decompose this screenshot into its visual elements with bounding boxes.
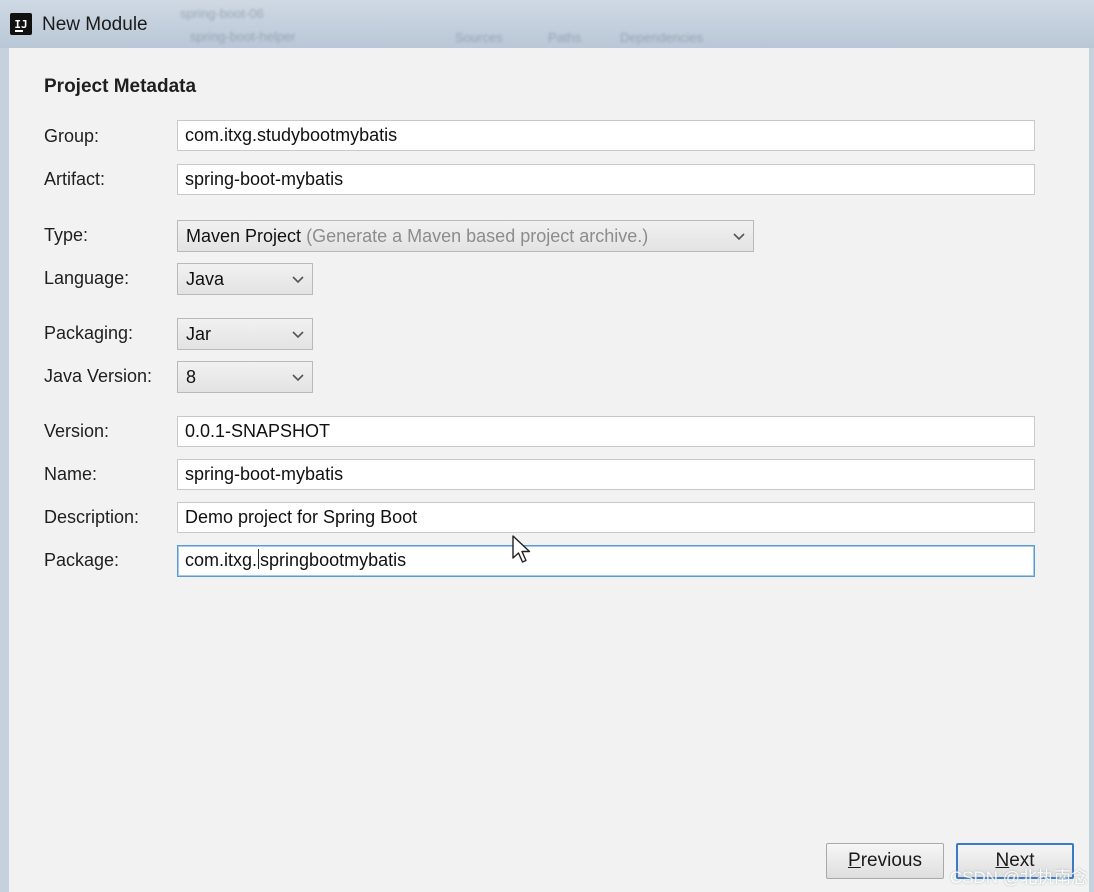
chevron-down-icon bbox=[292, 374, 304, 382]
chevron-down-icon bbox=[292, 331, 304, 339]
background-text: spring-boot-helper bbox=[190, 29, 296, 44]
language-select[interactable]: Java bbox=[177, 263, 313, 295]
packaging-select-value: Jar bbox=[186, 324, 212, 344]
version-input[interactable]: 0.0.1-SNAPSHOT bbox=[177, 416, 1035, 447]
background-text: spring-boot-06 bbox=[180, 6, 264, 21]
background-text: Paths bbox=[548, 30, 582, 45]
type-label: Type: bbox=[44, 225, 89, 245]
previous-button[interactable]: Previous bbox=[826, 843, 944, 879]
packaging-label: Packaging: bbox=[44, 323, 134, 343]
name-input[interactable]: spring-boot-mybatis bbox=[177, 459, 1035, 490]
previous-button-mnemonic: P bbox=[848, 850, 861, 871]
artifact-label: Artifact: bbox=[44, 169, 106, 189]
description-input[interactable]: Demo project for Spring Boot bbox=[177, 502, 1035, 533]
java-version-select-value: 8 bbox=[186, 367, 197, 387]
window-titlebar: IJ New Module spring-boot-06 spring-boot… bbox=[0, 0, 1094, 48]
type-select-value: Maven Project bbox=[186, 226, 302, 246]
chevron-down-icon bbox=[733, 233, 745, 241]
watermark: CSDN @北执南念 bbox=[949, 868, 1088, 887]
package-input-text-after-caret: springbootmybatis bbox=[260, 550, 407, 570]
chevron-down-icon bbox=[292, 276, 304, 284]
group-label: Group: bbox=[44, 126, 100, 146]
version-label: Version: bbox=[44, 421, 110, 441]
name-label: Name: bbox=[44, 464, 98, 484]
background-text: Dependencies bbox=[620, 30, 704, 45]
window-title: New Module bbox=[42, 14, 148, 35]
language-select-value: Java bbox=[186, 269, 225, 289]
java-version-select[interactable]: 8 bbox=[177, 361, 313, 393]
mouse-pointer-icon bbox=[512, 535, 531, 563]
type-select[interactable]: Maven Project (Generate a Maven based pr… bbox=[177, 220, 754, 252]
packaging-select[interactable]: Jar bbox=[177, 318, 313, 350]
background-window-blur: spring-boot-06 spring-boot-helper Source… bbox=[170, 2, 760, 46]
text-caret bbox=[258, 549, 260, 569]
intellij-idea-icon: IJ bbox=[10, 13, 32, 35]
dialog-content: Project Metadata Group: com.itxg.studybo… bbox=[9, 48, 1089, 892]
background-text: Sources bbox=[455, 30, 503, 45]
window-frame-left bbox=[0, 48, 9, 892]
java-version-label: Java Version: bbox=[44, 366, 153, 386]
group-input[interactable]: com.itxg.studybootmybatis bbox=[177, 120, 1035, 151]
language-label: Language: bbox=[44, 268, 130, 288]
window-frame-right bbox=[1089, 48, 1094, 892]
package-input-text-before-caret: com.itxg. bbox=[185, 550, 258, 570]
section-title: Project Metadata bbox=[44, 76, 197, 97]
description-label: Description: bbox=[44, 507, 140, 527]
package-input[interactable]: com.itxg. springbootmybatis bbox=[177, 545, 1035, 577]
type-select-hint: (Generate a Maven based project archive.… bbox=[306, 226, 649, 246]
package-label: Package: bbox=[44, 550, 120, 570]
artifact-input[interactable]: spring-boot-mybatis bbox=[177, 164, 1035, 195]
previous-button-label: revious bbox=[860, 850, 922, 871]
